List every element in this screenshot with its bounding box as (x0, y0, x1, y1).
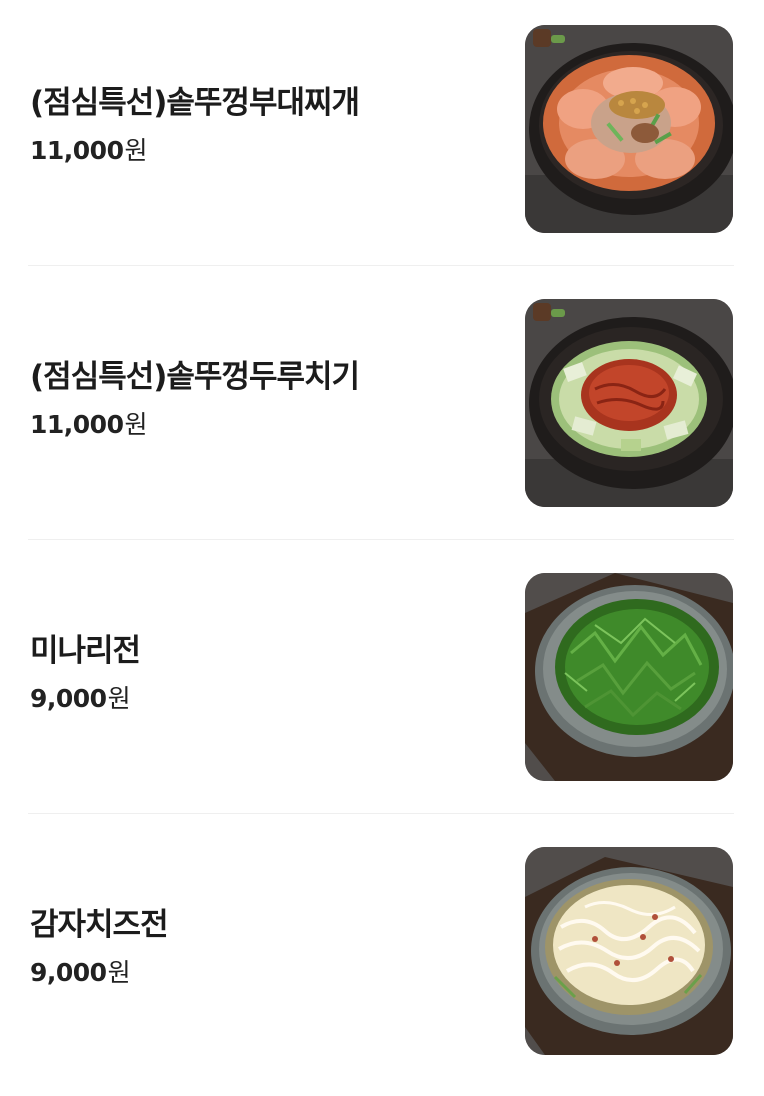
price-amount: 11,000 (30, 410, 124, 439)
divider (28, 539, 734, 540)
price-amount: 9,000 (30, 684, 107, 713)
menu-item-name: 미나리전 (30, 633, 141, 669)
price-currency: 원 (107, 684, 131, 713)
potato-cheese-jeon-photo[interactable] (525, 847, 733, 1055)
menu-item-price: 9,000원 (30, 956, 500, 990)
menu-item-name: (점심특선)솥뚜껑두루치기 (30, 359, 360, 395)
price-currency: 원 (107, 958, 131, 987)
menu-item-name: (점심특선)솥뚜껑부대찌개 (30, 85, 360, 121)
minari-jeon-photo[interactable] (525, 573, 733, 781)
menu-item-name: 감자치즈전 (30, 907, 169, 943)
menu-item[interactable]: 감자치즈전 9,000원 (0, 822, 764, 1096)
menu-item-text: (점심특선)솥뚜껑두루치기 11,000원 (30, 356, 500, 442)
price-currency: 원 (124, 136, 147, 165)
menu-item[interactable]: (점심특선)솥뚜껑두루치기 11,000원 (0, 274, 764, 548)
price-amount: 11,000 (30, 136, 124, 165)
duruchigi-photo[interactable] (525, 299, 733, 507)
menu-item-text: 미나리전 9,000원 (30, 630, 500, 716)
budae-jjigae-photo[interactable] (525, 25, 733, 233)
price-amount: 9,000 (30, 958, 107, 987)
menu-item-text: (점심특선)솥뚜껑부대찌개 11,000원 (30, 82, 500, 168)
menu-item[interactable]: 미나리전 9,000원 (0, 548, 764, 822)
menu-list: (점심특선)솥뚜껑부대찌개 11,000원 (점심특선)솥뚜껑두루치기 11,0… (0, 0, 764, 1074)
menu-item-price: 9,000원 (30, 682, 500, 716)
menu-item[interactable]: (점심특선)솥뚜껑부대찌개 11,000원 (0, 0, 764, 274)
divider (28, 265, 734, 266)
price-currency: 원 (124, 410, 147, 439)
menu-item-text: 감자치즈전 9,000원 (30, 904, 500, 990)
menu-item-price: 11,000원 (30, 134, 500, 168)
menu-item-price: 11,000원 (30, 408, 500, 442)
divider (28, 813, 734, 814)
